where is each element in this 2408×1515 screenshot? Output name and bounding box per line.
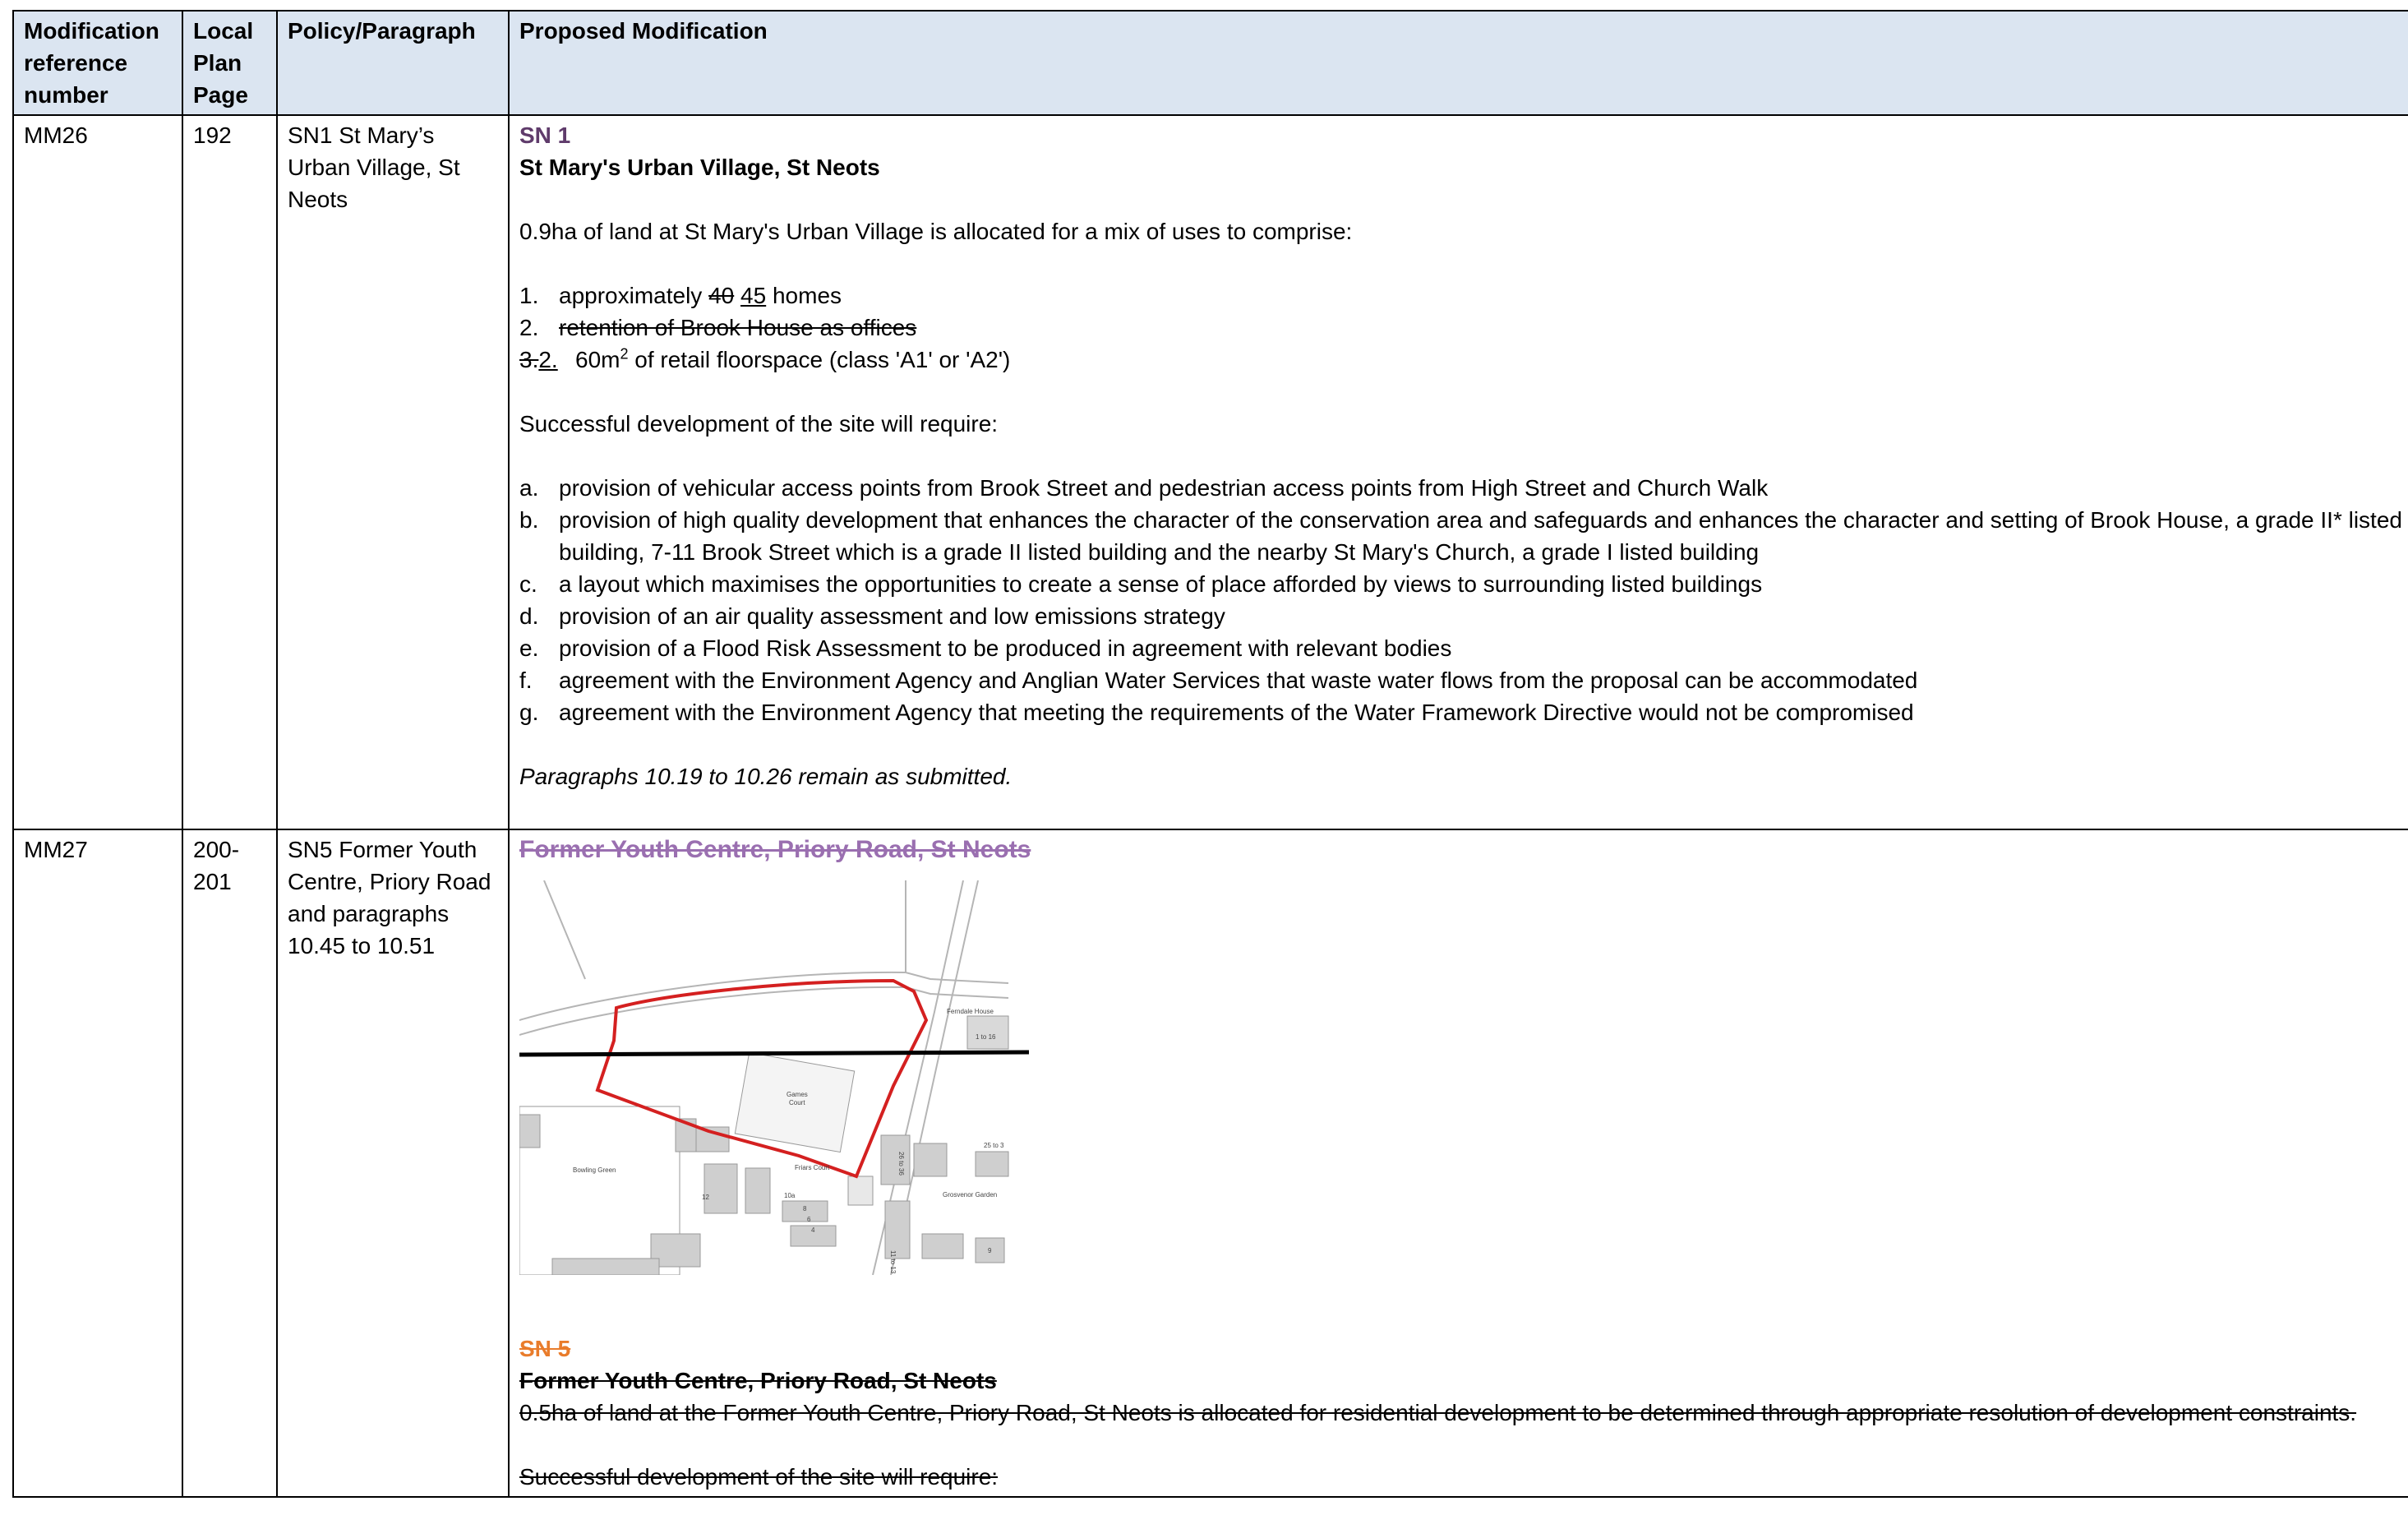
table-row: MM27 200-201 SN5 Former Youth Centre, Pr… (12, 829, 2408, 1498)
header-proposed-modification: Proposed Modification (508, 10, 2408, 116)
map-label: 1 to 16 (976, 1033, 996, 1041)
list-item-deleted: 2. retention of Brook House as offices (519, 315, 917, 340)
map-label: 9 (988, 1247, 992, 1254)
requirements-list: a. provision of vehicular access points f… (519, 472, 2408, 728)
map-label: Bowling Green (573, 1166, 616, 1174)
list-item: 3.2. 60m2 of retail floorspace (class 'A… (519, 345, 1011, 372)
map-label: 11 to 13 (889, 1250, 897, 1274)
map-label: Court (789, 1099, 805, 1106)
map-label: 6 (807, 1216, 811, 1223)
policy-cell: SN1 St Mary’s Urban Village, St Neots (276, 114, 510, 830)
allocation-intro: 0.9ha of land at St Mary's Urban Village… (519, 219, 1353, 244)
map-label: 12 (702, 1194, 709, 1201)
map-label: Ferndale House (947, 1008, 994, 1015)
modification-ref-cell: MM27 (12, 829, 183, 1498)
policy-title-heading-deleted: Former Youth Centre, Priory Road, St Neo… (519, 1368, 997, 1393)
requirements-intro: Successful development of the site will … (519, 411, 999, 436)
closing-note: Paragraphs 10.19 to 10.26 remain as subm… (519, 764, 1013, 789)
list-item: b. provision of high quality development … (519, 507, 2402, 565)
inserted-text: 2. (538, 347, 558, 372)
map-label: Grosvenor Garden (943, 1191, 997, 1199)
map-label: 8 (803, 1205, 807, 1212)
policy-code-heading-deleted: SN 5 (519, 1336, 571, 1361)
table-header-row: Modification reference number Local Plan… (12, 10, 2408, 116)
modification-ref-cell: MM26 (12, 114, 183, 830)
requirements-intro-deleted: Successful development of the site will … (519, 1464, 999, 1490)
inserted-text: 45 (740, 283, 767, 308)
list-item: g. agreement with the Environment Agency … (519, 700, 1914, 725)
site-allocation-map: Ferndale House 1 to 16 Games Court Bowli… (519, 880, 1029, 1275)
list-item: f. agreement with the Environment Agency … (519, 667, 1918, 693)
modifications-table: Modification reference number Local Plan… (12, 10, 2408, 1498)
deleted-text: 3. (519, 347, 539, 372)
map-label: 4 (811, 1226, 815, 1234)
list-item: e. provision of a Flood Risk Assessment t… (519, 635, 1452, 661)
policy-code-heading: SN 1 (519, 122, 571, 148)
list-item: c. a layout which maximises the opportuni… (519, 571, 1763, 597)
local-plan-page-cell: 192 (182, 114, 278, 830)
uses-list: 1. approximately 40 45 homes 2. retentio… (519, 279, 2408, 376)
table-row: MM26 192 SN1 St Mary’s Urban Village, St… (12, 114, 2408, 830)
policy-title-heading: St Mary's Urban Village, St Neots (519, 155, 880, 180)
map-label: Friars Court (795, 1164, 830, 1171)
policy-cell: SN5 Former Youth Centre, Priory Road and… (276, 829, 510, 1498)
map-label: 10a (784, 1192, 796, 1199)
list-item: 1. approximately 40 45 homes (519, 283, 842, 308)
proposed-modification-cell: Former Youth Centre, Priory Road, St Neo… (508, 829, 2408, 1498)
header-policy-paragraph: Policy/Paragraph (276, 10, 510, 116)
list-item: d. provision of an air quality assessment… (519, 603, 1225, 629)
map-label: 26 to 36 (897, 1152, 905, 1176)
map-label: Games (787, 1091, 808, 1098)
header-modification-ref: Modification reference number (12, 10, 183, 116)
header-local-plan-page: Local Plan Page (182, 10, 278, 116)
map-label: 25 to 3 (984, 1142, 1004, 1149)
allocation-intro-deleted: 0.5ha of land at the Former Youth Centre… (519, 1400, 2357, 1425)
proposed-modification-cell: SN 1 St Mary's Urban Village, St Neots 0… (508, 114, 2408, 830)
map-title-deleted: Former Youth Centre, Priory Road, St Neo… (519, 836, 1031, 863)
local-plan-page-cell: 200-201 (182, 829, 278, 1498)
list-item: a. provision of vehicular access points f… (519, 475, 1769, 501)
deleted-text: 40 (708, 283, 735, 308)
